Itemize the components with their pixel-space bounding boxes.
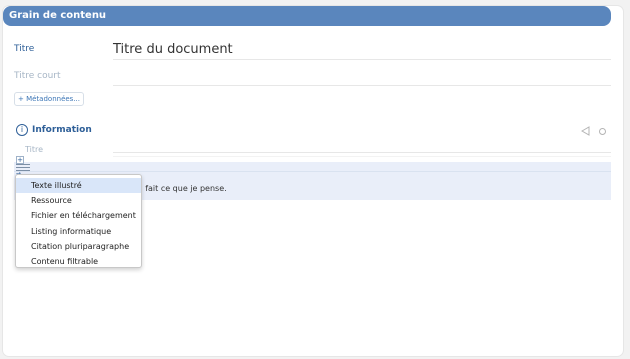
content-type-menu: Texte illustré Ressource Fichier en télé… [15,174,142,268]
information-title-underline-2 [113,156,611,157]
short-title-field-label: Titre court [14,71,61,81]
megaphone-icon[interactable] [581,126,591,136]
menu-item-fichier-telechargement[interactable]: Fichier en téléchargement [16,208,141,223]
content-block-separator [14,171,611,172]
metadata-button[interactable]: + Métadonnées... [14,92,85,106]
information-title-underline [113,152,611,153]
settings-circle-icon[interactable] [599,128,606,135]
menu-item-citation-pluriparagraphe[interactable]: Citation pluriparagraphe [16,239,141,254]
right-section-actions [581,126,611,138]
title-field-value[interactable]: Titre du document [113,42,233,57]
title-field-label: Titre [14,44,35,54]
menu-item-texte-illustre[interactable]: Texte illustré [16,178,141,194]
title-field-underline [113,59,611,60]
menu-item-listing-informatique[interactable]: Listing informatique [16,224,141,239]
short-title-field-underline [113,85,611,86]
menu-item-ressource[interactable]: Ressource [16,193,141,208]
header-title: Grain de contenu [9,10,107,21]
add-block-button[interactable]: + [16,156,24,164]
content-grain-header: Grain de contenu [3,6,611,26]
info-icon: i [16,124,28,136]
information-section-label: Information [32,125,92,135]
information-title-placeholder: Titre [25,145,44,154]
menu-item-contenu-filtrable[interactable]: Contenu filtrable [16,254,141,269]
